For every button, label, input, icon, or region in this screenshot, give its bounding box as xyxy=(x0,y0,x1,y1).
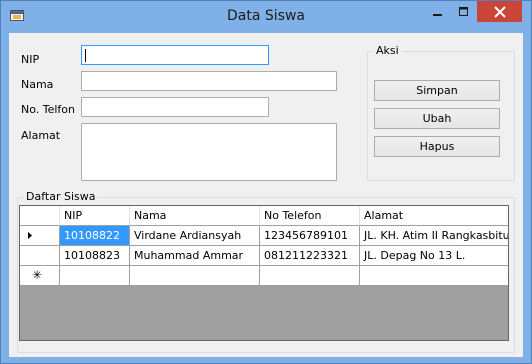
row-header[interactable] xyxy=(20,226,60,246)
cell-telefon[interactable]: 081211223321 xyxy=(260,246,360,266)
new-row[interactable]: ✳ xyxy=(20,266,508,286)
cell-alamat[interactable]: JL. Depag No 13 L. xyxy=(360,246,508,266)
current-row-arrow-icon xyxy=(28,232,32,239)
column-header-nama[interactable]: Nama xyxy=(130,206,260,226)
ubah-button[interactable]: Ubah xyxy=(374,108,500,129)
nip-input[interactable] xyxy=(81,45,269,65)
table-row[interactable]: 10108823 Muhammad Ammar 081211223321 JL.… xyxy=(20,246,508,266)
aksi-title: Aksi xyxy=(374,44,401,57)
column-header-nip[interactable]: NIP xyxy=(60,206,130,226)
cell-telefon[interactable]: 123456789101 xyxy=(260,226,360,246)
grid-header-row: NIP Nama No Telefon Alamat xyxy=(20,206,508,226)
table-row[interactable]: 10108822 Virdane Ardiansyah 123456789101… xyxy=(20,226,508,246)
new-row-asterisk-icon: ✳ xyxy=(32,268,43,282)
telfon-input[interactable] xyxy=(81,97,269,117)
row-header[interactable] xyxy=(20,246,60,266)
new-cell-nip[interactable] xyxy=(60,266,130,286)
column-header-alamat[interactable]: Alamat xyxy=(360,206,508,226)
text-caret xyxy=(85,49,86,62)
minimize-button[interactable] xyxy=(425,1,451,22)
cell-nip[interactable]: 10108822 xyxy=(60,226,130,246)
new-cell-alamat[interactable] xyxy=(360,266,508,286)
cell-nama[interactable]: Muhammad Ammar xyxy=(130,246,260,266)
cell-nip[interactable]: 10108823 xyxy=(60,246,130,266)
new-row-header[interactable]: ✳ xyxy=(20,266,60,286)
daftar-siswa-title: Daftar Siswa xyxy=(24,190,98,203)
close-button[interactable] xyxy=(477,1,522,22)
minimize-icon xyxy=(433,13,442,16)
app-window: Data Siswa NIP Nama No. Telfon Alamat Ak… xyxy=(0,0,532,364)
title-bar[interactable]: Data Siswa xyxy=(1,1,531,33)
telfon-label: No. Telfon xyxy=(21,103,76,116)
close-icon xyxy=(493,5,506,18)
siswa-datagrid[interactable]: NIP Nama No Telefon Alamat 10108822 Vird… xyxy=(19,205,509,341)
nama-label: Nama xyxy=(21,78,54,91)
nama-input[interactable] xyxy=(81,71,337,91)
nip-label: NIP xyxy=(21,53,40,66)
maximize-icon xyxy=(459,6,468,16)
column-header-telefon[interactable]: No Telefon xyxy=(260,206,360,226)
cell-nama[interactable]: Virdane Ardiansyah xyxy=(130,226,260,246)
hapus-button[interactable]: Hapus xyxy=(374,136,500,157)
simpan-button[interactable]: Simpan xyxy=(374,80,500,101)
new-cell-telefon[interactable] xyxy=(260,266,360,286)
aksi-groupbox: Aksi Simpan Ubah Hapus xyxy=(367,44,515,181)
alamat-textarea[interactable] xyxy=(81,123,337,181)
alamat-label: Alamat xyxy=(21,129,61,142)
maximize-button[interactable] xyxy=(451,1,477,22)
cell-alamat[interactable]: JL. KH. Atim II Rangkasbitung xyxy=(360,226,508,246)
new-cell-nama[interactable] xyxy=(130,266,260,286)
grid-corner-header[interactable] xyxy=(20,206,60,226)
